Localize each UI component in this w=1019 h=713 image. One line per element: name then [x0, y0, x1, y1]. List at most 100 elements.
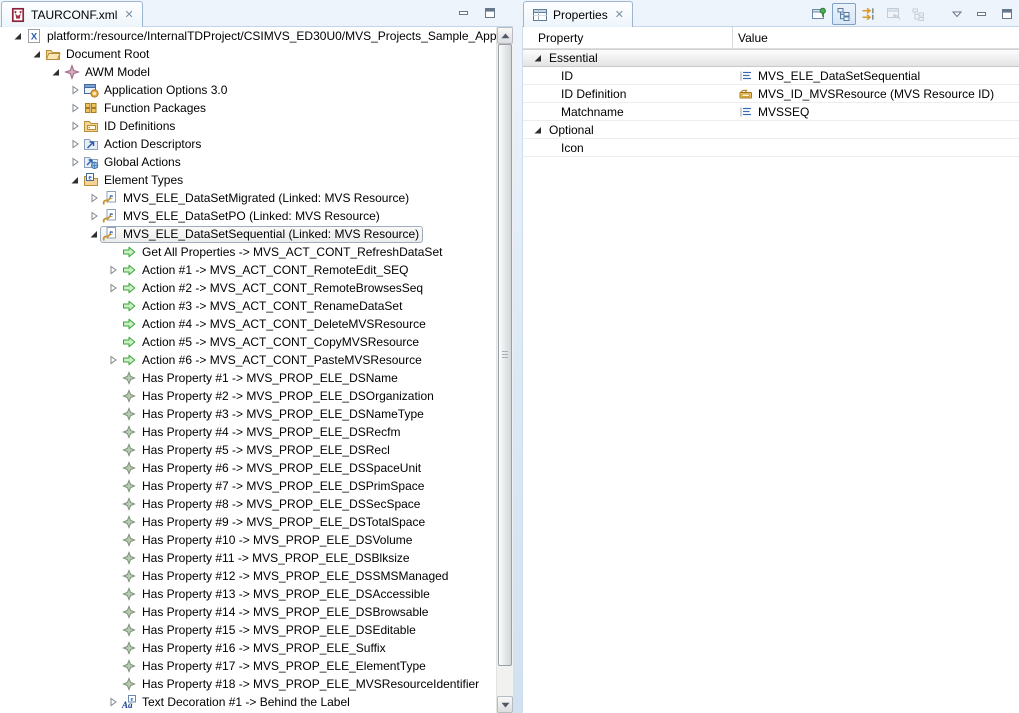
expand-arrow-icon[interactable]: [105, 262, 121, 278]
panel-sash[interactable]: [513, 0, 522, 713]
tree-item[interactable]: Function Packages: [0, 99, 496, 117]
arrow-spacer: [105, 442, 121, 458]
tab-properties[interactable]: Properties ✕: [523, 1, 633, 27]
property-row[interactable]: IDMVS_ELE_DataSetSequential: [523, 67, 1019, 85]
properties-view-icon: [532, 7, 548, 23]
collapse-arrow-icon[interactable]: [530, 122, 546, 138]
tree-item[interactable]: ID Definitions: [0, 117, 496, 135]
tree-item[interactable]: Xplatform:/resource/InternalTDProject/CS…: [0, 27, 496, 45]
view-menu-button[interactable]: [945, 3, 969, 25]
tab-taurconf-xml[interactable]: TAURCONF.xml ✕: [1, 1, 143, 27]
collapse-arrow-icon[interactable]: [67, 172, 83, 188]
tree-item[interactable]: Has Property #16 -> MVS_PROP_ELE_Suffix: [0, 639, 496, 657]
expand-arrow-icon[interactable]: [67, 82, 83, 98]
tree-item[interactable]: Action #1 -> MVS_ACT_CONT_RemoteEdit_SEQ: [0, 261, 496, 279]
property-row[interactable]: MatchnameMVSSEQ: [523, 103, 1019, 121]
expand-arrow-icon[interactable]: [67, 136, 83, 152]
tree-item[interactable]: AWM Model: [0, 63, 496, 81]
collapse-arrow-icon[interactable]: [48, 64, 64, 80]
scroll-up-button[interactable]: [497, 27, 513, 44]
minimize-icon[interactable]: [457, 6, 471, 20]
maximize-view-button[interactable]: [995, 3, 1019, 25]
tree-item[interactable]: Document Root: [0, 45, 496, 63]
tree-item[interactable]: Has Property #2 -> MVS_PROP_ELE_DSOrgani…: [0, 387, 496, 405]
show-categories-button[interactable]: [832, 3, 856, 25]
scroll-down-button[interactable]: [497, 696, 513, 713]
expand-arrow-icon[interactable]: [86, 190, 102, 206]
tree-scrollbar[interactable]: [496, 27, 513, 713]
property-row[interactable]: ID DefinitionMVS_ID_MVSResource (MVS Res…: [523, 85, 1019, 103]
tree-item[interactable]: Has Property #8 -> MVS_PROP_ELE_DSSecSpa…: [0, 495, 496, 513]
taurconf-file-icon: [10, 7, 26, 23]
tree-item[interactable]: Has Property #5 -> MVS_PROP_ELE_DSRecl: [0, 441, 496, 459]
close-icon[interactable]: ✕: [122, 8, 133, 21]
collapse-arrow-icon[interactable]: [29, 46, 45, 62]
tree-item[interactable]: Has Property #7 -> MVS_PROP_ELE_DSPrimSp…: [0, 477, 496, 495]
show-advanced-properties-button[interactable]: [857, 3, 881, 25]
maximize-icon[interactable]: [483, 6, 497, 20]
expand-arrow-icon[interactable]: [105, 352, 121, 368]
tree-item[interactable]: Has Property #18 -> MVS_PROP_ELE_MVSReso…: [0, 675, 496, 693]
tree-item[interactable]: Action #4 -> MVS_ACT_CONT_DeleteMVSResou…: [0, 315, 496, 333]
has-property-icon: [121, 640, 137, 656]
arrow-spacer: [105, 586, 121, 602]
scroll-thumb[interactable]: [498, 44, 512, 666]
tree-item[interactable]: Has Property #10 -> MVS_PROP_ELE_DSVolum…: [0, 531, 496, 549]
collapse-arrow-icon[interactable]: [10, 28, 26, 44]
minimize-view-button[interactable]: [970, 3, 994, 25]
column-header-value[interactable]: Value: [733, 31, 768, 45]
action-icon: [121, 334, 137, 350]
tree-item[interactable]: Has Property #14 -> MVS_PROP_ELE_DSBrows…: [0, 603, 496, 621]
property-value-text: MVS_ID_MVSResource (MVS Resource ID): [758, 87, 994, 101]
editor-content: Xplatform:/resource/InternalTDProject/CS…: [0, 26, 513, 713]
tree-item[interactable]: Has Property #13 -> MVS_PROP_ELE_DSAcces…: [0, 585, 496, 603]
tree-item[interactable]: Action #3 -> MVS_ACT_CONT_RenameDataSet: [0, 297, 496, 315]
tree-item[interactable]: Has Property #12 -> MVS_PROP_ELE_DSSMSMa…: [0, 567, 496, 585]
tree-item[interactable]: eMVS_ELE_DataSetMigrated (Linked: MVS Re…: [0, 189, 496, 207]
tree-item[interactable]: eMVS_ELE_DataSetSequential (Linked: MVS …: [0, 225, 496, 243]
has-property-icon: [121, 424, 137, 440]
tree-item[interactable]: Action #5 -> MVS_ACT_CONT_CopyMVSResourc…: [0, 333, 496, 351]
tree-item-label: MVS_ELE_DataSetSequential (Linked: MVS R…: [118, 227, 419, 241]
property-value[interactable]: MVS_ELE_DataSetSequential: [733, 68, 920, 84]
tree-item-label: Action #1 -> MVS_ACT_CONT_RemoteEdit_SEQ: [137, 263, 408, 277]
maximize-icon: [999, 6, 1015, 22]
tree-item[interactable]: Get All Properties -> MVS_ACT_CONT_Refre…: [0, 243, 496, 261]
expand-arrow-icon[interactable]: [67, 154, 83, 170]
property-category-row[interactable]: Optional: [523, 121, 1019, 139]
tree-item[interactable]: eAaText Decoration #1 -> Behind the Labe…: [0, 693, 496, 711]
tree-item-label: Has Property #6 -> MVS_PROP_ELE_DSSpaceU…: [137, 461, 421, 475]
tree-item[interactable]: eMVS_ELE_DataSetPO (Linked: MVS Resource…: [0, 207, 496, 225]
property-value[interactable]: MVSSEQ: [733, 104, 809, 120]
tree-item[interactable]: Global Actions: [0, 153, 496, 171]
pin-properties-view-button[interactable]: [807, 3, 831, 25]
tree-item[interactable]: eElement Types: [0, 171, 496, 189]
tree-item[interactable]: Action #2 -> MVS_ACT_CONT_RemoteBrowsesS…: [0, 279, 496, 297]
close-icon[interactable]: ✕: [613, 8, 624, 21]
tree-item[interactable]: Has Property #9 -> MVS_PROP_ELE_DSTotalS…: [0, 513, 496, 531]
tree-item[interactable]: Has Property #6 -> MVS_PROP_ELE_DSSpaceU…: [0, 459, 496, 477]
tree-item[interactable]: Has Property #1 -> MVS_PROP_ELE_DSName: [0, 369, 496, 387]
arrow-spacer: [105, 514, 121, 530]
tree-item[interactable]: Has Property #11 -> MVS_PROP_ELE_DSBlksi…: [0, 549, 496, 567]
tree-item[interactable]: Action Descriptors: [0, 135, 496, 153]
tree-item[interactable]: Has Property #4 -> MVS_PROP_ELE_DSRecfm: [0, 423, 496, 441]
tree-item-label: Action #2 -> MVS_ACT_CONT_RemoteBrowsesS…: [137, 281, 423, 295]
tree-item[interactable]: Has Property #17 -> MVS_PROP_ELE_Element…: [0, 657, 496, 675]
property-category-row[interactable]: Essential: [523, 49, 1019, 67]
restore-default-value-button: [882, 3, 906, 25]
collapse-arrow-icon[interactable]: [530, 50, 546, 66]
selected-tree-item[interactable]: eMVS_ELE_DataSetSequential (Linked: MVS …: [100, 226, 423, 243]
column-header-property[interactable]: Property: [523, 27, 733, 48]
expand-arrow-icon[interactable]: [86, 208, 102, 224]
property-value[interactable]: MVS_ID_MVSResource (MVS Resource ID): [733, 86, 994, 102]
expand-arrow-icon[interactable]: [67, 100, 83, 116]
expand-arrow-icon[interactable]: [105, 280, 121, 296]
tree-item[interactable]: Application Options 3.0: [0, 81, 496, 99]
property-row[interactable]: Icon: [523, 139, 1019, 157]
tree-item[interactable]: Has Property #3 -> MVS_PROP_ELE_DSNameTy…: [0, 405, 496, 423]
tree-item[interactable]: Action #6 -> MVS_ACT_CONT_PasteMVSResour…: [0, 351, 496, 369]
expand-arrow-icon[interactable]: [105, 694, 121, 710]
expand-arrow-icon[interactable]: [67, 118, 83, 134]
tree-item[interactable]: Has Property #15 -> MVS_PROP_ELE_DSEdita…: [0, 621, 496, 639]
